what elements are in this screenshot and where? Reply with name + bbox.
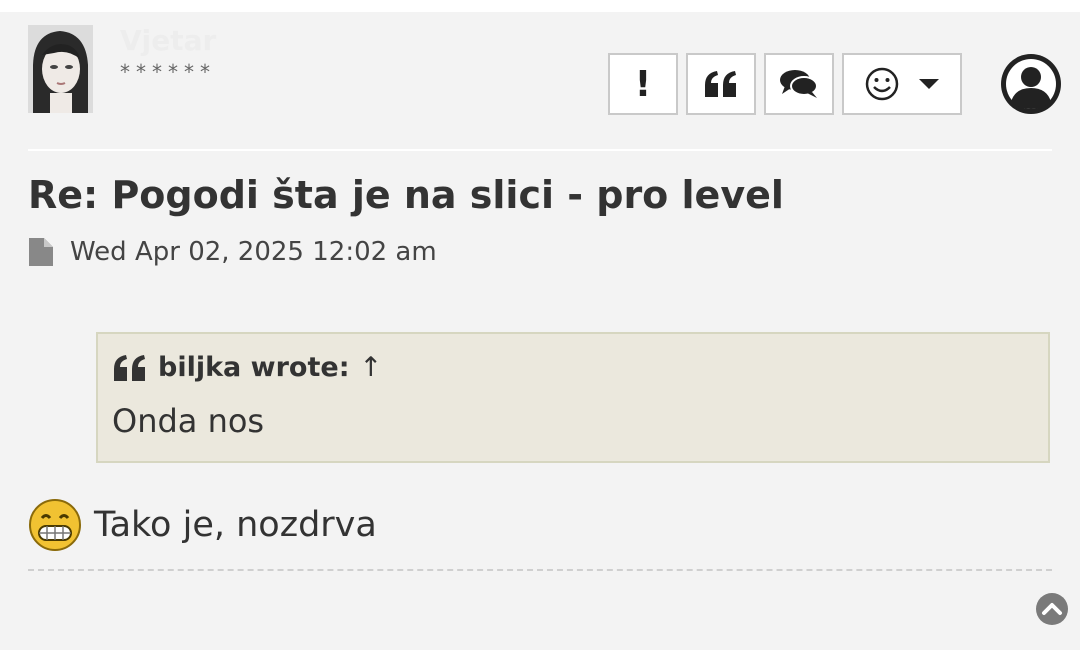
post-date-row: Wed Apr 02, 2025 12:02 am [28,232,437,272]
profile-button[interactable] [999,52,1063,116]
divider [28,149,1052,151]
back-to-top-button[interactable] [1035,592,1069,626]
post-title[interactable]: Re: Pogodi šta je na slici - pro level [28,169,784,221]
post-date: Wed Apr 02, 2025 12:02 am [70,237,437,267]
avatar[interactable] [28,25,93,113]
grin-emoji-icon [29,499,81,551]
chevron-up-circle-icon [1036,593,1068,625]
private-message-button[interactable] [764,53,834,115]
author-rank: ****** [120,60,216,84]
quote-author: biljka wrote: [158,352,350,383]
quote-text: Onda nos [112,402,265,440]
post-separator [28,569,1052,571]
post-author[interactable]: Vjetar [120,24,216,57]
smiley-icon [865,67,899,101]
reply-text: Tako je, nozdrva [94,505,377,545]
report-button[interactable]: ! [608,53,678,115]
user-circle-icon [1001,54,1061,114]
quote-cite: biljka wrote: ↑ [112,352,382,383]
exclamation-icon: ! [634,63,652,105]
quote-icon [705,71,736,97]
quote-block: biljka wrote: ↑ Onda nos [96,332,1050,463]
caret-down-icon [919,79,939,89]
post-content: Tako je, nozdrva [28,498,377,552]
quote-icon [114,354,145,381]
post-container: Vjetar ****** ! Re: Pogodi šta je na sli… [0,12,1080,650]
reaction-dropdown-button[interactable] [842,53,962,115]
file-icon[interactable] [28,237,54,267]
jump-to-quoted-post-link[interactable]: ↑ [360,352,383,383]
comments-icon [780,70,818,98]
quote-button[interactable] [686,53,756,115]
